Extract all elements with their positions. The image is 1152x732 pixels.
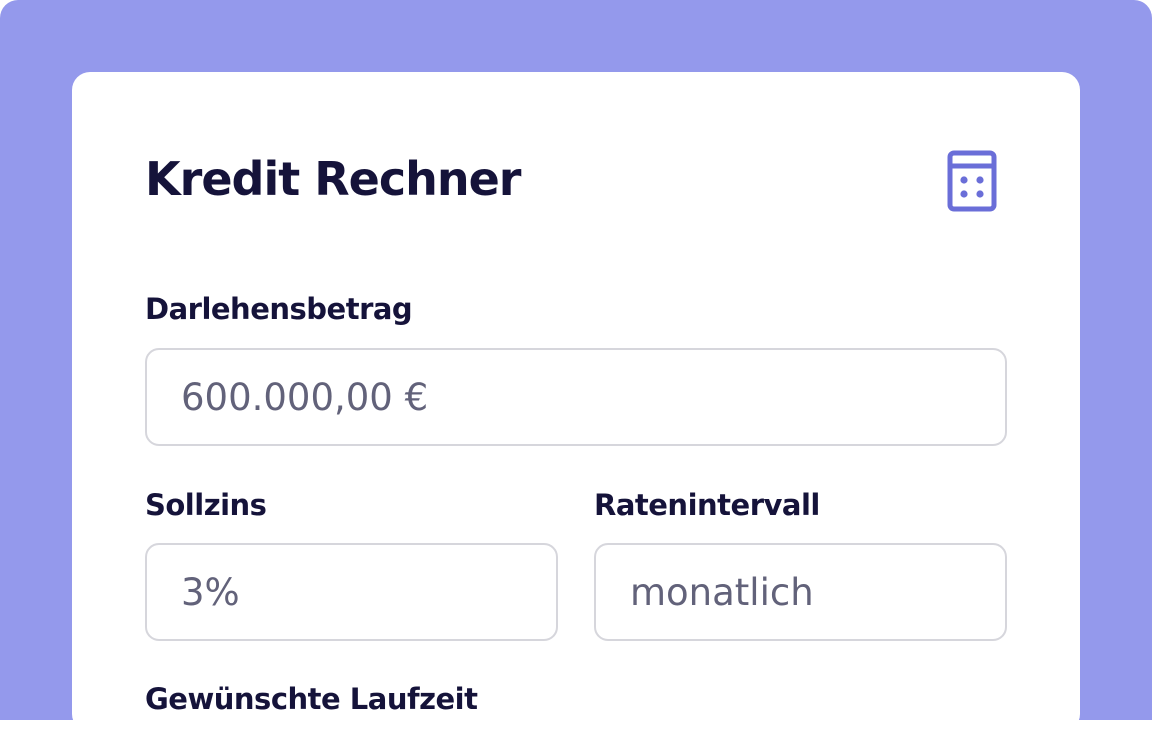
loan-amount-value: 600.000,00 € [181, 375, 429, 419]
payment-interval-label: Ratenintervall [594, 488, 820, 522]
loan-amount-field[interactable]: 600.000,00 € [145, 348, 1007, 446]
loan-amount-label: Darlehensbetrag [145, 292, 413, 326]
interest-rate-value: 3% [181, 570, 240, 614]
page-title: Kredit Rechner [145, 152, 521, 206]
calculator-icon [947, 150, 997, 212]
interest-rate-label: Sollzins [145, 488, 267, 522]
payment-interval-value: monatlich [630, 570, 814, 614]
app-background: Kredit Rechner Darlehensbetrag 600.000,0… [0, 0, 1152, 732]
interest-rate-field[interactable]: 3% [145, 543, 558, 641]
payment-interval-field[interactable]: monatlich [594, 543, 1007, 641]
loan-calculator-card: Kredit Rechner Darlehensbetrag 600.000,0… [72, 72, 1080, 732]
desired-term-label: Gewünschte Laufzeit [145, 682, 478, 716]
